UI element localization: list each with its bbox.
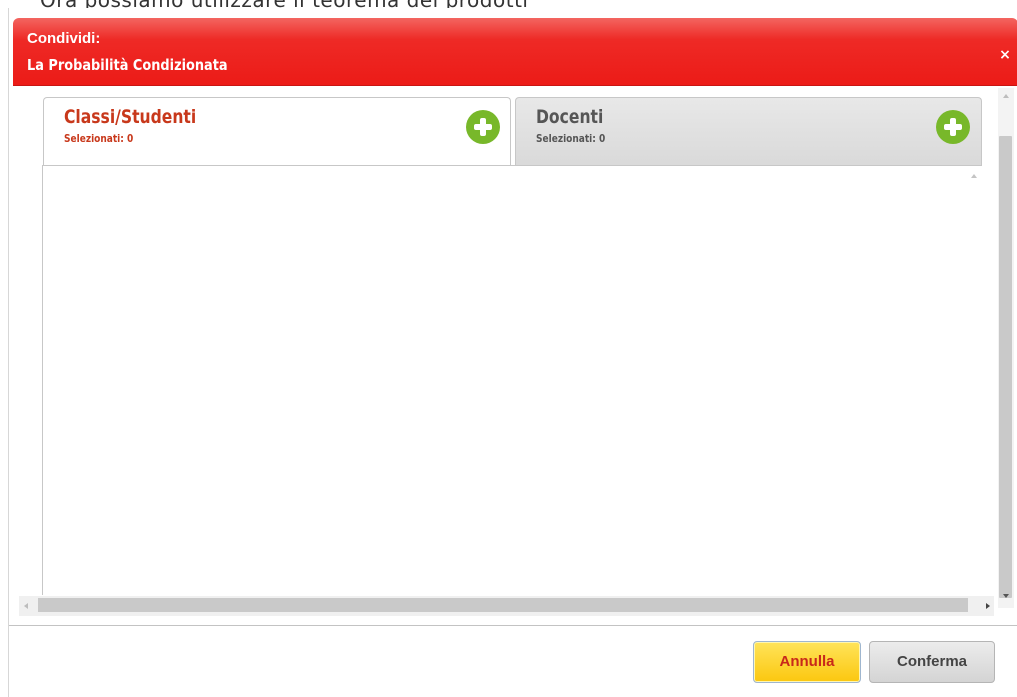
dialog-header-label: Condividi: [27, 30, 101, 47]
pane-vertical-scrollbar[interactable] [967, 166, 982, 594]
tab-content-pane [42, 165, 982, 595]
cancel-button[interactable]: Annulla [753, 641, 861, 683]
horizontal-scrollbar[interactable] [19, 596, 994, 616]
scrollbar-thumb[interactable] [999, 136, 1012, 598]
scroll-right-arrow-icon[interactable] [986, 603, 990, 609]
tab-selected-count: Selezionati: 0 [536, 132, 606, 145]
share-dialog: Condividi: La Probabilità Condizionata ×… [8, 8, 1017, 697]
scroll-up-arrow-icon[interactable] [971, 174, 977, 178]
plus-circle-icon[interactable] [466, 110, 500, 144]
dialog-header: Condividi: La Probabilità Condizionata × [13, 18, 1017, 86]
background-page-text: Ora possiamo utilizzare il teorema dei p… [0, 0, 1017, 8]
tab-docenti[interactable]: Docenti Selezionati: 0 [515, 97, 982, 167]
plus-circle-icon[interactable] [936, 110, 970, 144]
footer-divider [9, 625, 1017, 626]
scroll-left-arrow-icon[interactable] [24, 603, 28, 609]
scrollbar-thumb[interactable] [38, 598, 968, 612]
background-text: Ora possiamo utilizzare il teorema dei p… [40, 0, 528, 8]
tab-title: Classi/Studenti [64, 106, 197, 128]
tab-classi-studenti[interactable]: Classi/Studenti Selezionati: 0 [43, 97, 511, 171]
tab-selected-count: Selezionati: 0 [64, 132, 134, 145]
tab-title: Docenti [536, 106, 604, 128]
dialog-header-title: La Probabilità Condizionata [27, 56, 228, 74]
close-icon[interactable]: × [998, 48, 1012, 62]
scroll-up-arrow-icon[interactable] [1003, 94, 1009, 98]
dialog-vertical-scrollbar[interactable] [998, 88, 1014, 608]
confirm-button[interactable]: Conferma [869, 641, 995, 683]
scroll-down-arrow-icon[interactable] [1003, 594, 1009, 598]
